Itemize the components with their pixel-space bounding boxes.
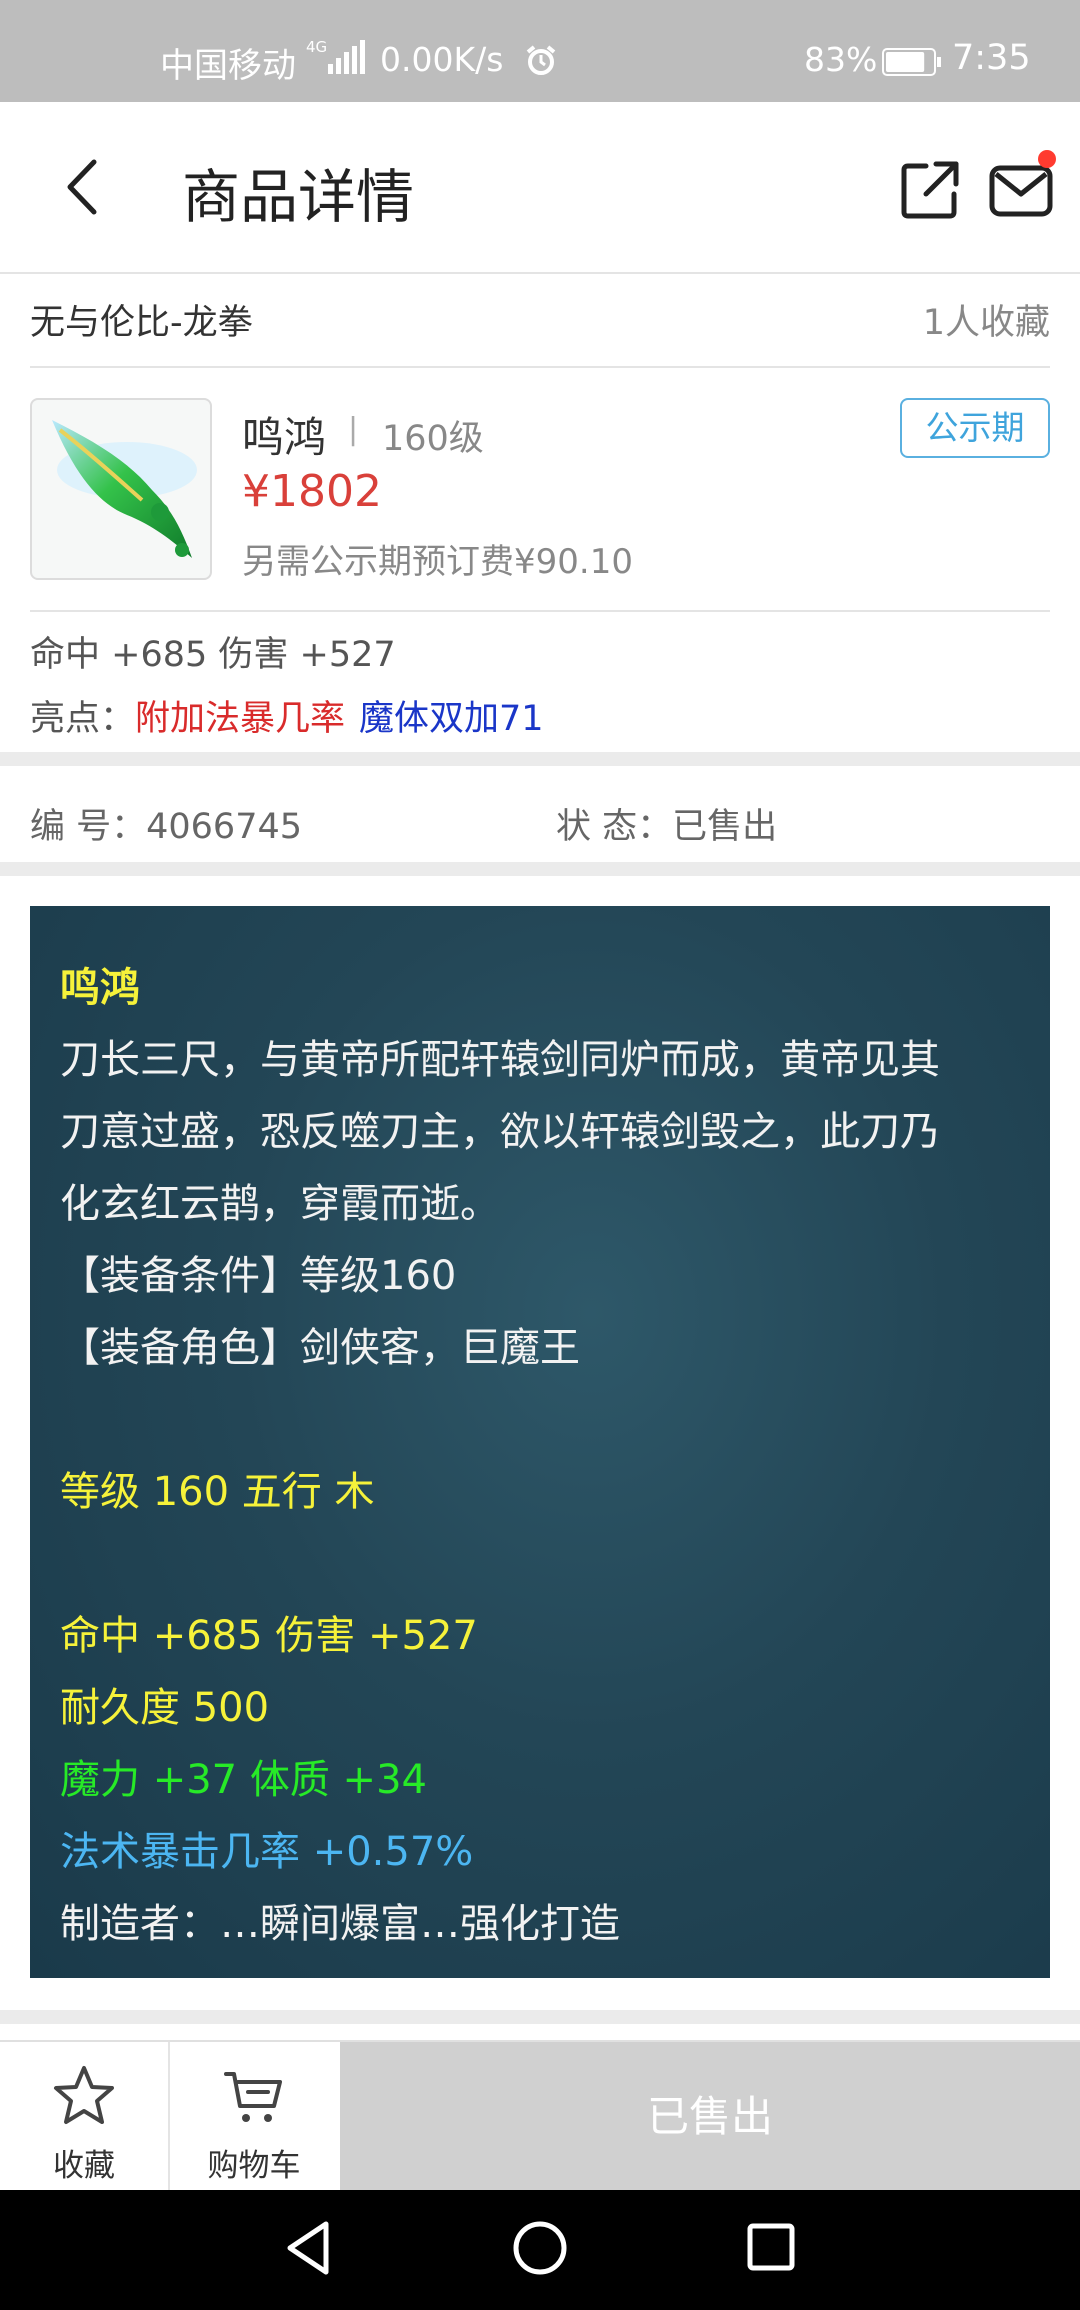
nav-home-icon[interactable]	[512, 2220, 568, 2276]
item-thumbnail[interactable]	[30, 398, 212, 580]
back-icon[interactable]	[58, 154, 108, 220]
item-attributes: 命中 +685 伤害 +527	[30, 626, 396, 677]
lore-line: 化玄红云鹊，穿霞而逝。	[60, 1181, 500, 1227]
highlight-tag: 附加法暴几率	[135, 699, 346, 739]
star-icon	[54, 2066, 114, 2124]
reservation-fee: 另需公示期预订费¥90.10	[242, 542, 633, 582]
battery-icon	[882, 48, 941, 76]
system-nav-bar	[0, 2190, 1080, 2310]
battery-percent: 83%	[804, 40, 878, 79]
nav-back-icon[interactable]	[284, 2220, 332, 2276]
cart-button[interactable]: 购物车	[170, 2042, 338, 2192]
equip-roles: 【装备角色】剑侠客，巨魔王	[60, 1325, 580, 1371]
maker-line: 制造者：…瞬间爆富…强化打造	[60, 1901, 620, 1947]
alarm-icon	[526, 45, 556, 75]
nav-recent-icon[interactable]	[746, 2222, 796, 2272]
cart-label: 购物车	[207, 2148, 301, 2184]
share-icon[interactable]	[898, 158, 962, 222]
favorite-button[interactable]: 收藏	[0, 2042, 170, 2192]
seller-row: 无与伦比-龙拳 1人收藏	[30, 274, 1050, 368]
stats-line: 命中 +685 伤害 +527	[60, 1613, 478, 1659]
notification-dot	[1038, 150, 1056, 168]
item-description: 鸣鸿 刀长三尺，与黄帝所配轩辕剑同炉而成，黄帝见其 刀意过盛，恐反噬刀主，欲以轩…	[30, 906, 1050, 1978]
bonus-line: 魔力 +37 体质 +34	[60, 1757, 427, 1803]
level-element: 等级 160 五行 木	[60, 1469, 375, 1515]
highlights-label: 亮点：	[30, 699, 136, 739]
divider	[0, 862, 1080, 876]
attribute-line: 命中 +685 伤害 +527	[30, 635, 396, 675]
description-title: 鸣鸿	[60, 965, 140, 1011]
network-speed: 0.00K/s	[380, 40, 504, 79]
signal-icon	[328, 40, 365, 74]
favorite-count: 1人收藏	[922, 303, 1050, 343]
divider	[0, 752, 1080, 766]
cart-icon	[224, 2072, 282, 2122]
status-badge: 公示期	[900, 398, 1050, 458]
special-line: 法术暴击几率 +0.57%	[60, 1829, 474, 1875]
page-title: 商品详情	[182, 163, 415, 231]
carrier-name: 中国移动	[160, 46, 296, 86]
item-number: 编 号：4066745	[30, 807, 303, 847]
durability-line: 耐久度 500	[60, 1685, 270, 1731]
blade-icon	[52, 420, 197, 558]
item-separator: |	[348, 412, 359, 447]
item-card: 鸣鸿 | 160级 ¥1802 另需公示期预订费¥90.10 公示期	[30, 396, 1050, 612]
sold-out-button[interactable]: 已售出	[340, 2042, 1080, 2192]
clock: 7:35	[952, 38, 1031, 78]
lore-line: 刀长三尺，与黄帝所配轩辕剑同炉而成，黄帝见其	[60, 1037, 940, 1083]
item-price: ¥1802	[242, 466, 382, 517]
mail-icon[interactable]	[988, 160, 1056, 220]
app-header: 商品详情	[0, 102, 1080, 274]
lore-line: 刀意过盛，恐反噬刀主，欲以轩辕剑毁之，此刀乃	[60, 1109, 940, 1155]
bottom-action-bar: 收藏 购物车 已售出	[0, 2040, 1080, 2192]
item-level: 160级	[382, 419, 484, 459]
status-bar: 中国移动 4G 0.00K/s 83% 7:35	[0, 0, 1080, 102]
favorite-label: 收藏	[53, 2148, 115, 2184]
item-name: 鸣鸿	[242, 413, 327, 462]
item-highlights: 亮点：附加法暴几率 魔体双加71	[30, 690, 544, 741]
item-status: 状 态：已售出	[556, 807, 778, 847]
divider	[0, 2010, 1080, 2024]
highlight-tag: 魔体双加71	[359, 699, 544, 739]
network-type: 4G	[306, 38, 328, 56]
seller-name[interactable]: 无与伦比-龙拳	[30, 294, 253, 345]
equip-requirement: 【装备条件】等级160	[60, 1253, 457, 1299]
